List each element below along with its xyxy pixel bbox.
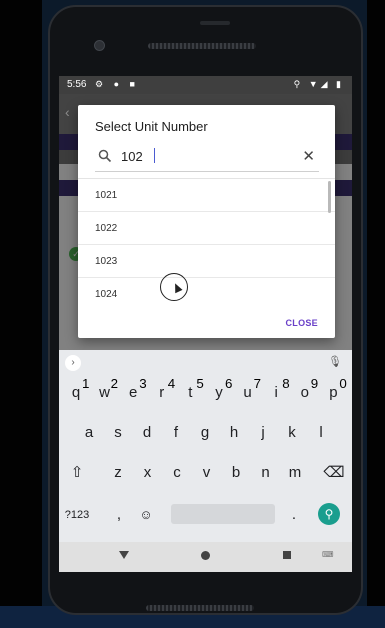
- key-n[interactable]: n: [253, 458, 279, 488]
- nav-recents-icon[interactable]: [283, 551, 291, 559]
- dialog-title: Select Unit Number: [95, 119, 208, 134]
- search-field[interactable]: ✕: [95, 143, 319, 172]
- key-m[interactable]: m: [282, 458, 308, 488]
- key-s[interactable]: s: [105, 418, 131, 448]
- keyboard-row-1: q1w2e3r4t5y6u7i8o9p0: [59, 376, 352, 408]
- period-key[interactable]: .: [285, 500, 303, 530]
- microphone-icon[interactable]: 🎙: [328, 355, 342, 368]
- key-f[interactable]: f: [163, 418, 189, 448]
- select-unit-dialog: Select Unit Number ✕ 1021 1022 1023 1024…: [78, 105, 335, 338]
- device-screen: 5:56 ⚙ ● ■ ⚲ ▼◢ ▮ ‹ ✓ Select Unit Number…: [59, 76, 352, 572]
- key-c[interactable]: c: [164, 458, 190, 488]
- space-key[interactable]: [171, 504, 275, 524]
- list-item[interactable]: 1024: [78, 278, 335, 309]
- key-hint-0: 0: [339, 376, 347, 391]
- nav-home-icon[interactable]: [201, 551, 210, 560]
- key-l[interactable]: l: [308, 418, 334, 448]
- keyboard-switch-icon[interactable]: ⌨: [322, 550, 334, 559]
- status-notification-icons: ⚙ ● ■: [95, 79, 139, 89]
- shift-key[interactable]: ⇧: [63, 458, 91, 488]
- android-navigation-bar: ⌨: [59, 542, 352, 572]
- key-hint-7: 7: [253, 376, 262, 391]
- soft-keyboard: › 🎙 q1w2e3r4t5y6u7i8o9p0 asdfghjkl ⇧ ⌫ z…: [59, 350, 352, 542]
- key-hint-4: 4: [167, 376, 176, 391]
- key-h[interactable]: h: [221, 418, 247, 448]
- search-icon: [98, 149, 112, 163]
- list-item[interactable]: 1022: [78, 212, 335, 245]
- key-a[interactable]: a: [76, 418, 102, 448]
- key-g[interactable]: g: [192, 418, 218, 448]
- keyboard-row-3: ⇧ ⌫ zxcvbnm: [59, 458, 352, 488]
- key-k[interactable]: k: [279, 418, 305, 448]
- key-hint-6: 6: [225, 376, 233, 391]
- backdrop-left: [0, 0, 42, 628]
- backspace-key[interactable]: ⌫: [321, 458, 347, 488]
- text-caret: [154, 148, 155, 163]
- key-hint-3: 3: [139, 376, 147, 391]
- list-item[interactable]: 1021: [78, 179, 335, 212]
- key-x[interactable]: x: [135, 458, 161, 488]
- comma-key[interactable]: ,: [109, 500, 129, 530]
- key-v[interactable]: v: [194, 458, 220, 488]
- search-enter-key[interactable]: ⚲: [318, 503, 340, 525]
- search-input[interactable]: [121, 146, 291, 166]
- earpiece-speaker: [148, 43, 256, 49]
- close-button[interactable]: CLOSE: [285, 318, 318, 328]
- status-system-icons: ⚲ ▼◢ ▮: [293, 79, 344, 89]
- unit-list[interactable]: 1021 1022 1023 1024: [78, 178, 335, 309]
- key-z[interactable]: z: [105, 458, 131, 488]
- key-hint-8: 8: [282, 376, 290, 391]
- bottom-speaker: [146, 605, 254, 611]
- front-camera: [94, 40, 105, 51]
- key-j[interactable]: j: [250, 418, 276, 448]
- backdrop-right: [367, 0, 385, 628]
- key-hint-1: 1: [82, 376, 90, 391]
- keyboard-row-4: ?123 , ☺ . ⚲: [59, 500, 352, 530]
- keyboard-row-2: asdfghjkl: [59, 418, 352, 448]
- key-b[interactable]: b: [223, 458, 249, 488]
- nav-back-icon[interactable]: [119, 551, 129, 559]
- key-hint-5: 5: [196, 376, 204, 391]
- list-item[interactable]: 1023: [78, 245, 335, 278]
- status-time: 5:56: [67, 79, 87, 90]
- key-d[interactable]: d: [134, 418, 160, 448]
- emoji-key[interactable]: ☺: [135, 500, 157, 530]
- top-sensor: [200, 21, 230, 25]
- clear-icon[interactable]: ✕: [302, 147, 315, 165]
- symbols-key[interactable]: ?123: [63, 500, 91, 530]
- expand-toolbar-icon[interactable]: ›: [65, 355, 81, 371]
- list-scrollbar[interactable]: [328, 181, 331, 213]
- status-bar: 5:56 ⚙ ● ■ ⚲ ▼◢ ▮: [59, 76, 352, 94]
- key-hint-9: 9: [310, 376, 319, 391]
- key-hint-2: 2: [110, 376, 119, 391]
- keyboard-suggestion-strip: › 🎙: [59, 350, 352, 372]
